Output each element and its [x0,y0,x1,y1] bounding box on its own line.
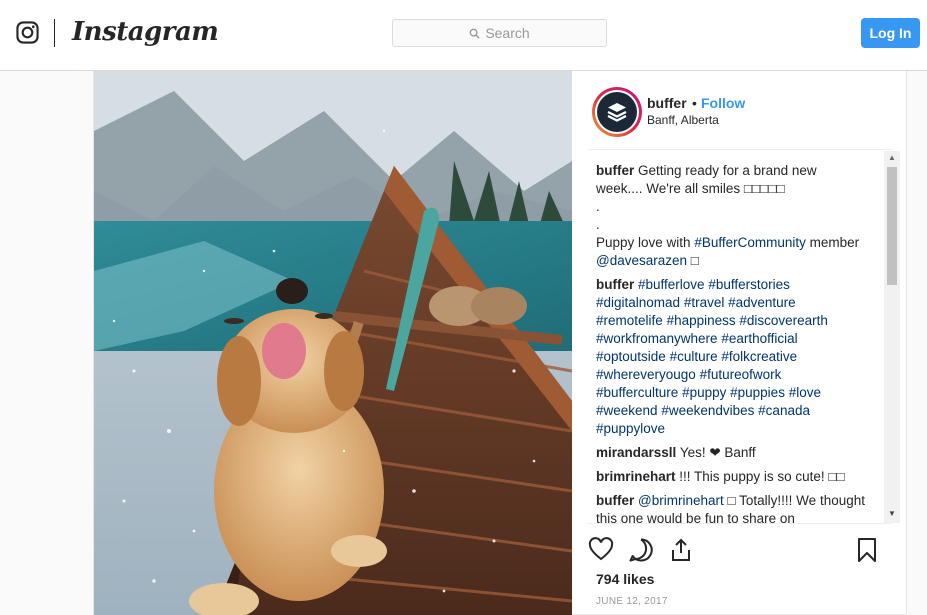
comment-author[interactable]: buffer [596,493,634,508]
post-photo[interactable] [94,71,572,615]
post-date: JUNE 12, 2017 [596,596,668,607]
hashtag-link[interactable]: #digitalnomad [596,295,680,310]
caption-text: Puppy love with [596,235,695,250]
caption-text: □ [687,253,699,268]
caption-dot: . [596,199,600,214]
avatar[interactable] [592,87,642,137]
hashtag-link[interactable]: #BufferCommunity [694,235,806,250]
instagram-glyph-icon[interactable] [16,21,39,44]
hashtag-link[interactable]: #culture [670,349,718,364]
comments-scrollbar[interactable]: ▲ ▼ [884,151,900,523]
likes-count[interactable]: 794 likes [596,571,654,587]
hashtag-link[interactable]: #earthofficial [721,331,797,346]
hashtag-link[interactable]: #love [789,385,821,400]
comment-author[interactable]: brimrinehart [596,469,676,484]
logo-divider [54,19,55,47]
hashtag-link[interactable]: #bufferstories [708,277,790,292]
stack-layers-icon [607,103,627,122]
post-author-username[interactable]: buffer [647,95,687,111]
list-item: mirandarssll Yes! ❤ Banff [596,444,866,462]
buffer-logo-icon [597,92,637,132]
bullet-separator: • [692,95,697,111]
follow-button[interactable]: Follow [701,95,745,111]
post-actions [572,533,908,567]
hashtag-link[interactable]: #weekendvibes [661,403,754,418]
hashtag-list: #bufferlove #bufferstories #digitalnomad… [596,277,828,436]
hashtag-link[interactable]: #discoverearth [739,313,828,328]
list-item: buffer @brimrinehart □ Totally!!!! We th… [596,492,866,523]
avatar-border [595,90,639,134]
post-location[interactable]: Banff, Alberta [647,113,719,127]
mention-link[interactable]: @davesarazen [596,253,687,268]
comment-text: Yes! ❤ Banff [679,445,756,460]
scroll-down-arrow-icon[interactable]: ▼ [884,509,900,519]
comment-author[interactable]: buffer [596,163,634,178]
comment-text: □ Totally!!!! We thought this one would … [596,493,865,523]
bookmark-icon[interactable] [854,537,880,563]
hashtag-link[interactable]: #adventure [728,295,796,310]
hashtag-link[interactable]: #puppies [730,385,785,400]
heart-icon[interactable] [588,537,614,563]
hashtag-link[interactable]: #whereveryougo [596,367,696,382]
hashtag-link[interactable]: #remotelife [596,313,663,328]
hashtag-link[interactable]: #travel [684,295,725,310]
puppy-in-canoe-photo [94,71,572,615]
scrollbar-thumb[interactable] [887,167,897,285]
share-icon[interactable] [668,537,694,563]
scroll-up-arrow-icon[interactable]: ▲ [884,153,900,163]
post-card: buffer • Follow Banff, Alberta buffer Ge… [93,71,907,615]
top-nav-bar: Instagram Search Log In [0,0,927,71]
caption-text: member [809,235,860,250]
search-icon [469,28,480,39]
hashtag-link[interactable]: #bufferlove [638,277,705,292]
search-input[interactable]: Search [392,19,607,47]
post-side-panel: buffer • Follow Banff, Alberta buffer Ge… [572,71,908,615]
hashtag-link[interactable]: #happiness [667,313,736,328]
list-item: brimrinehart !!! This puppy is so cute! … [596,468,866,486]
comment-text: !!! This puppy is so cute! □□ [679,469,845,484]
caption-comment: buffer Getting ready for a brand new wee… [596,162,866,270]
comment-icon[interactable] [628,537,654,563]
hashtag-link[interactable]: #puppylove [596,421,665,436]
hashtag-link[interactable]: #canada [758,403,810,418]
instagram-wordmark[interactable]: Instagram [72,17,219,47]
login-button[interactable]: Log In [861,18,920,48]
hashtag-link[interactable]: #weekend [596,403,658,418]
hashtag-comment: buffer #bufferlove #bufferstories #digit… [596,276,866,438]
hashtag-link[interactable]: #futureofwork [700,367,782,382]
mention-link[interactable]: @brimrinehart [638,493,724,508]
hashtag-link[interactable]: #puppy [682,385,726,400]
comment-author[interactable]: mirandarssll [596,445,676,460]
actions-divider [588,523,892,524]
hashtag-link[interactable]: #folkcreative [721,349,797,364]
search-placeholder: Search [485,25,530,41]
comments-list[interactable]: buffer Getting ready for a brand new wee… [572,150,892,523]
comment-author[interactable]: buffer [596,277,634,292]
hashtag-link[interactable]: #workfromanywhere [596,331,718,346]
hashtag-link[interactable]: #bufferculture [596,385,678,400]
caption-dot: . [596,217,600,232]
hashtag-link[interactable]: #optoutside [596,349,666,364]
post-header: buffer • Follow Banff, Alberta [572,71,908,149]
